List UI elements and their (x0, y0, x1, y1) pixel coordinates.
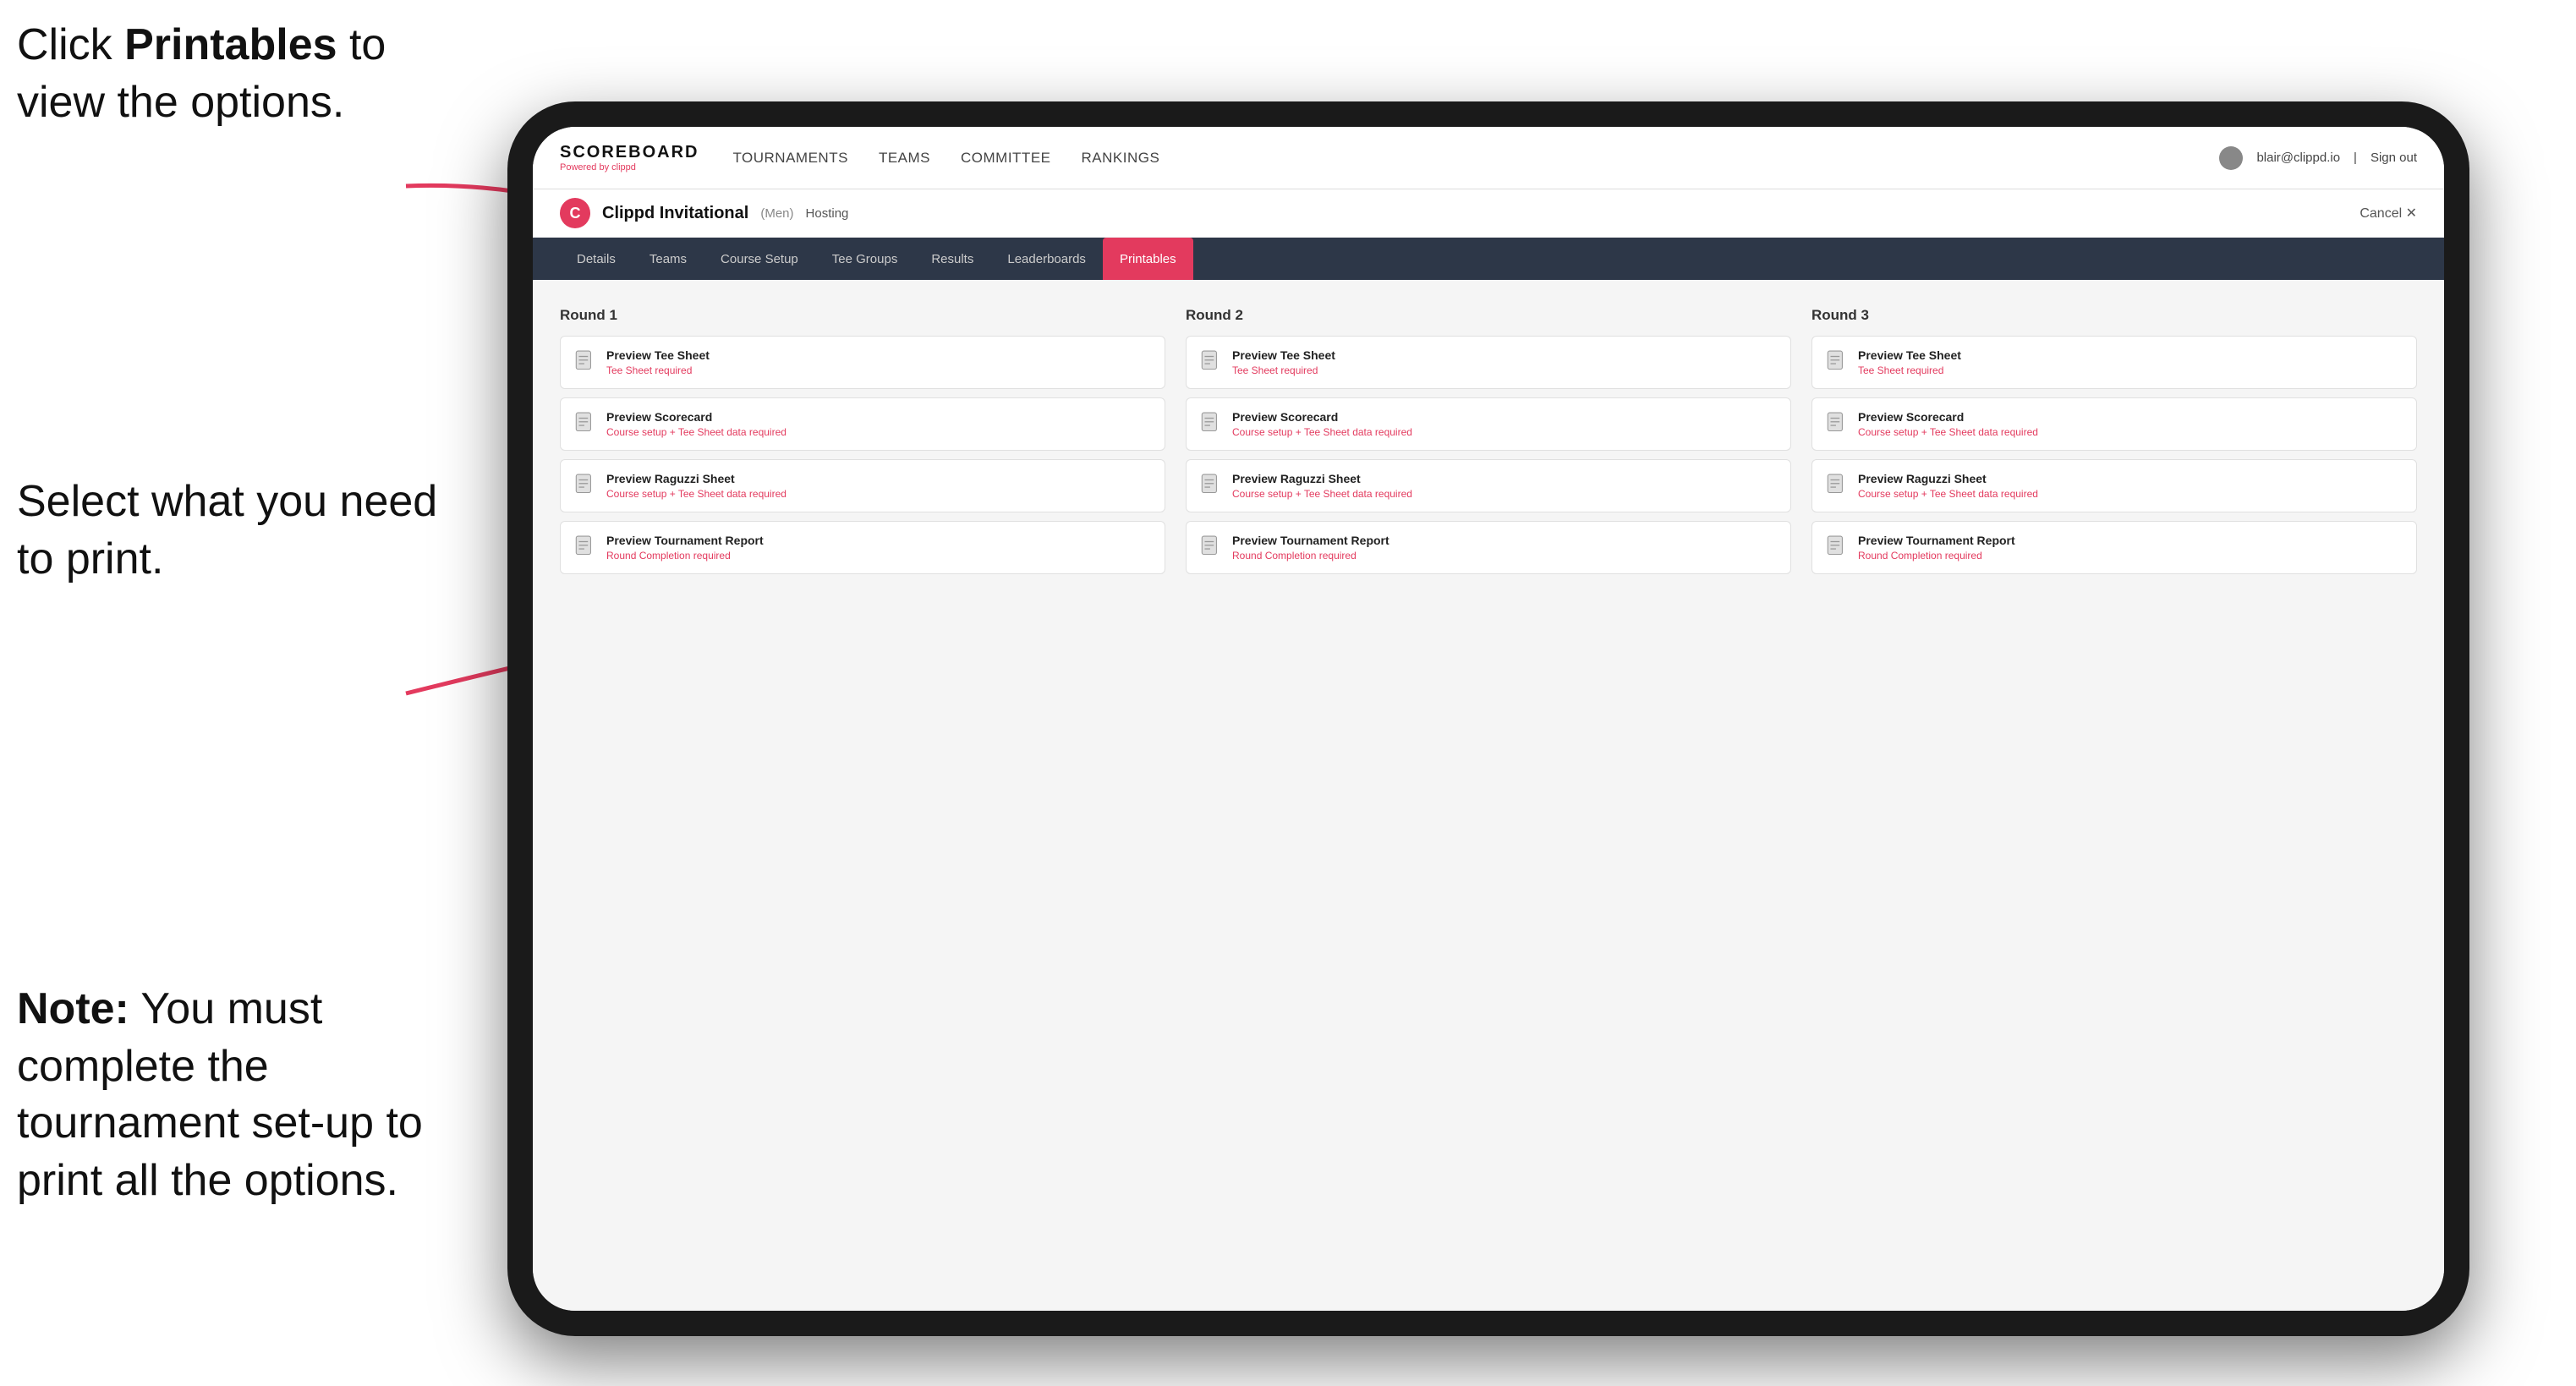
tab-course-setup[interactable]: Course Setup (704, 238, 815, 280)
round-1-title: Round 1 (560, 307, 1165, 324)
round-3-tee-sheet-title: Preview Tee Sheet (1858, 348, 1961, 362)
round-2-raguzzi[interactable]: Preview Raguzzi Sheet Course setup + Tee… (1186, 459, 1791, 512)
tab-printables[interactable]: Printables (1103, 238, 1193, 280)
document-icon-r3-3 (1826, 474, 1848, 499)
tournament-logo: C (560, 198, 590, 228)
tab-bar: Details Teams Course Setup Tee Groups Re… (533, 238, 2444, 280)
round-3-title: Round 3 (1811, 307, 2417, 324)
document-icon-3 (574, 474, 596, 499)
sub-header: C Clippd Invitational (Men) Hosting Canc… (533, 189, 2444, 238)
round-3-tee-sheet[interactable]: Preview Tee Sheet Tee Sheet required (1811, 336, 2417, 389)
nav-committee[interactable]: COMMITTEE (961, 146, 1051, 170)
round-1-raguzzi-subtitle: Course setup + Tee Sheet data required (606, 488, 787, 500)
rounds-grid: Round 1 (560, 307, 2417, 574)
top-nav-links: TOURNAMENTS TEAMS COMMITTEE RANKINGS (732, 146, 2219, 170)
round-1-cards: Preview Tee Sheet Tee Sheet required (560, 336, 1165, 574)
round-1-tee-sheet-text: Preview Tee Sheet Tee Sheet required (606, 348, 710, 376)
round-1-raguzzi-title: Preview Raguzzi Sheet (606, 472, 787, 485)
annotation-note-label: Note: (17, 984, 129, 1033)
round-1-tee-sheet[interactable]: Preview Tee Sheet Tee Sheet required (560, 336, 1165, 389)
nav-rankings[interactable]: RANKINGS (1082, 146, 1160, 170)
document-icon-2 (574, 412, 596, 437)
round-1-tee-sheet-subtitle: Tee Sheet required (606, 364, 710, 376)
round-1-tee-sheet-title: Preview Tee Sheet (606, 348, 710, 362)
document-icon-r2-3 (1200, 474, 1222, 499)
brand-area: SCOREBOARD Powered by clippd (560, 143, 699, 173)
tournament-name: Clippd Invitational (602, 204, 748, 223)
round-2-tee-sheet[interactable]: Preview Tee Sheet Tee Sheet required (1186, 336, 1791, 389)
round-2-scorecard-subtitle: Course setup + Tee Sheet data required (1232, 426, 1412, 438)
round-1-scorecard-title: Preview Scorecard (606, 410, 787, 424)
document-icon-r3-4 (1826, 535, 1848, 561)
round-1-tournament-report-title: Preview Tournament Report (606, 534, 764, 547)
round-2-raguzzi-title: Preview Raguzzi Sheet (1232, 472, 1412, 485)
round-2-tee-sheet-title: Preview Tee Sheet (1232, 348, 1335, 362)
main-content: Round 1 (533, 280, 2444, 1311)
cancel-button[interactable]: Cancel ✕ (2360, 205, 2417, 222)
round-3-raguzzi-title: Preview Raguzzi Sheet (1858, 472, 2038, 485)
user-email: blair@clippd.io (2256, 151, 2340, 165)
round-2-section: Round 2 Preview Tee Sheet Tee Sheet requ… (1186, 307, 1791, 574)
round-1-scorecard-subtitle: Course setup + Tee Sheet data required (606, 426, 787, 438)
round-1-scorecard-text: Preview Scorecard Course setup + Tee She… (606, 410, 787, 438)
round-3-section: Round 3 Preview Tee Sheet Tee Sheet requ… (1811, 307, 2417, 574)
round-2-tee-sheet-subtitle: Tee Sheet required (1232, 364, 1335, 376)
round-3-tournament-report-title: Preview Tournament Report (1858, 534, 2015, 547)
tab-leaderboards[interactable]: Leaderboards (990, 238, 1103, 280)
top-nav-right: blair@clippd.io | Sign out (2219, 146, 2417, 170)
round-3-raguzzi-subtitle: Course setup + Tee Sheet data required (1858, 488, 2038, 500)
brand-powered: Powered by clippd (560, 162, 699, 173)
tab-teams[interactable]: Teams (633, 238, 704, 280)
round-2-cards: Preview Tee Sheet Tee Sheet required Pre… (1186, 336, 1791, 574)
separator: | (2354, 151, 2357, 165)
round-3-tee-sheet-subtitle: Tee Sheet required (1858, 364, 1961, 376)
round-2-scorecard-title: Preview Scorecard (1232, 410, 1412, 424)
tablet-screen: SCOREBOARD Powered by clippd TOURNAMENTS… (533, 127, 2444, 1311)
nav-teams[interactable]: TEAMS (879, 146, 930, 170)
round-2-tournament-report[interactable]: Preview Tournament Report Round Completi… (1186, 521, 1791, 574)
round-3-scorecard-title: Preview Scorecard (1858, 410, 2038, 424)
round-3-scorecard-subtitle: Course setup + Tee Sheet data required (1858, 426, 2038, 438)
annotation-top: Click Printables to view the options. (17, 17, 457, 131)
round-1-raguzzi-text: Preview Raguzzi Sheet Course setup + Tee… (606, 472, 787, 500)
tablet-shell: SCOREBOARD Powered by clippd TOURNAMENTS… (507, 101, 2469, 1336)
tab-tee-groups[interactable]: Tee Groups (815, 238, 915, 280)
round-3-tournament-report[interactable]: Preview Tournament Report Round Completi… (1811, 521, 2417, 574)
round-2-title: Round 2 (1186, 307, 1791, 324)
document-icon-r2-4 (1200, 535, 1222, 561)
round-3-tournament-report-subtitle: Round Completion required (1858, 550, 2015, 562)
sign-out-link[interactable]: Sign out (2370, 151, 2417, 165)
round-3-cards: Preview Tee Sheet Tee Sheet required Pre… (1811, 336, 2417, 574)
tournament-title: C Clippd Invitational (Men) Hosting (560, 198, 848, 228)
round-2-scorecard[interactable]: Preview Scorecard Course setup + Tee She… (1186, 397, 1791, 451)
document-icon-r3-1 (1826, 350, 1848, 375)
round-2-tournament-report-title: Preview Tournament Report (1232, 534, 1389, 547)
document-icon-r2-1 (1200, 350, 1222, 375)
round-1-scorecard[interactable]: Preview Scorecard Course setup + Tee She… (560, 397, 1165, 451)
round-3-raguzzi[interactable]: Preview Raguzzi Sheet Course setup + Tee… (1811, 459, 2417, 512)
round-1-tournament-report-text: Preview Tournament Report Round Completi… (606, 534, 764, 562)
top-nav: SCOREBOARD Powered by clippd TOURNAMENTS… (533, 127, 2444, 189)
document-icon-r2-2 (1200, 412, 1222, 437)
annotation-middle: Select what you need to print. (17, 474, 457, 588)
tournament-tag: (Men) (760, 206, 793, 221)
document-icon-r3-2 (1826, 412, 1848, 437)
annotation-bold: Printables (124, 20, 337, 69)
round-2-raguzzi-subtitle: Course setup + Tee Sheet data required (1232, 488, 1412, 500)
annotation-bottom: Note: You must complete the tournament s… (17, 981, 457, 1209)
document-icon-4 (574, 535, 596, 561)
round-2-tournament-report-subtitle: Round Completion required (1232, 550, 1389, 562)
round-1-raguzzi[interactable]: Preview Raguzzi Sheet Course setup + Tee… (560, 459, 1165, 512)
brand-scoreboard: SCOREBOARD (560, 143, 699, 162)
document-icon (574, 350, 596, 375)
tab-results[interactable]: Results (914, 238, 990, 280)
round-3-scorecard[interactable]: Preview Scorecard Course setup + Tee She… (1811, 397, 2417, 451)
round-1-tournament-report[interactable]: Preview Tournament Report Round Completi… (560, 521, 1165, 574)
hosting-badge: Hosting (806, 206, 849, 221)
round-1-tournament-report-subtitle: Round Completion required (606, 550, 764, 562)
user-avatar (2219, 146, 2243, 170)
round-1-section: Round 1 (560, 307, 1165, 574)
nav-tournaments[interactable]: TOURNAMENTS (732, 146, 847, 170)
tab-details[interactable]: Details (560, 238, 633, 280)
